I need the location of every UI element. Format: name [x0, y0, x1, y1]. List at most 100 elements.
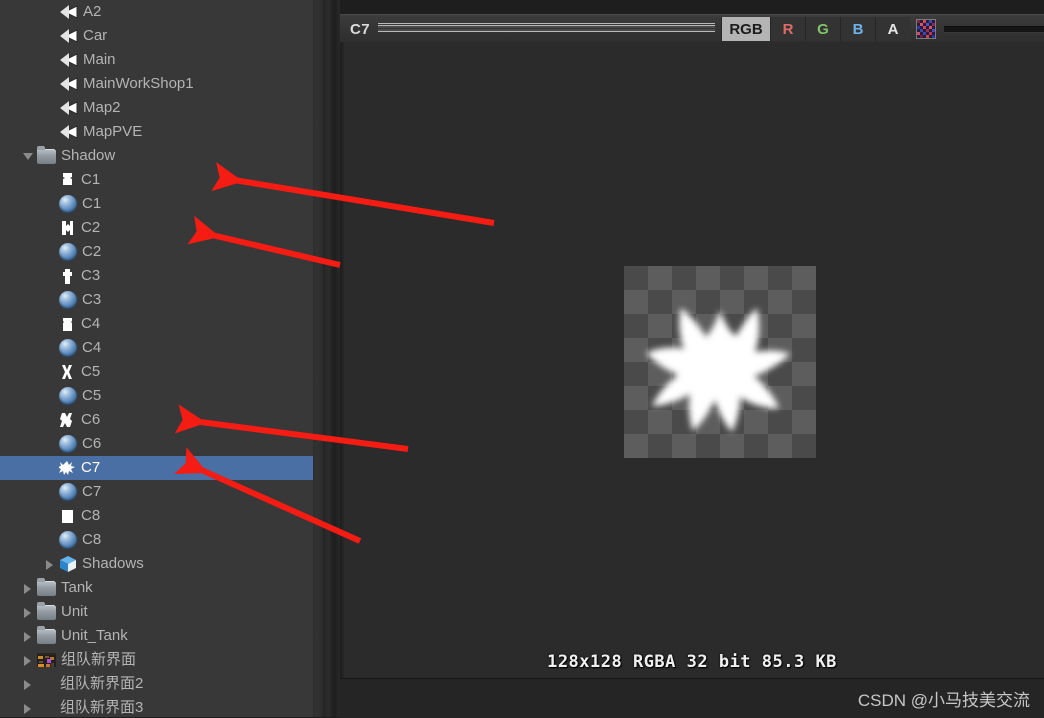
twisty-collapsed-icon[interactable] [22, 582, 35, 595]
tree-row-C2[interactable]: C2 [0, 240, 313, 264]
texture-icon-c4 [59, 316, 76, 333]
project-tree-panel[interactable]: A2 Car Main MainWorkShop1 Map2 MapPVE Sha… [0, 0, 313, 717]
color-swatch-icon[interactable] [916, 19, 936, 39]
channel-button-g[interactable]: G [805, 17, 840, 41]
tree-row-C8[interactable]: C8 [0, 504, 313, 528]
tree-row-label: Car [83, 27, 108, 44]
texture-icon-c3 [59, 268, 76, 285]
tree-row-C7[interactable]: C7 [0, 456, 313, 480]
tree-row-label: C5 [82, 387, 102, 404]
twisty-collapsed-icon[interactable] [44, 558, 57, 571]
tree-row-A2[interactable]: A2 [0, 0, 313, 24]
tree-row-C6[interactable]: C6 [0, 432, 313, 456]
twisty-collapsed-icon[interactable] [22, 654, 35, 667]
panel-splitter[interactable] [323, 0, 340, 717]
tree-row-C6[interactable]: C6 [0, 408, 313, 432]
tree-row-C3[interactable]: C3 [0, 264, 313, 288]
texture-icon-c1 [59, 172, 76, 189]
tree-row-C4[interactable]: C4 [0, 336, 313, 360]
tree-row-C1[interactable]: C1 [0, 192, 313, 216]
tree-row-组队新界面2[interactable]: 组队新界面2 [0, 672, 313, 696]
tree-row-C5[interactable]: C5 [0, 384, 313, 408]
channel-button-a[interactable]: A [875, 17, 910, 41]
tree-row-C2[interactable]: C2 [0, 216, 313, 240]
swatch-and-zoom[interactable] [910, 19, 1044, 39]
tree-row-组队新界面[interactable]: 组队新界面 [0, 648, 313, 672]
material-icon [59, 195, 77, 213]
texture-icon-c5 [59, 364, 76, 381]
preview-canvas[interactable]: 128x128 RGBA 32 bit 85.3 KB [340, 42, 1044, 678]
tree-row-label: Tank [61, 579, 93, 596]
tree-row-组队新界面3[interactable]: 组队新界面3 [0, 696, 313, 717]
tree-row-MainWorkShop1[interactable]: MainWorkShop1 [0, 72, 313, 96]
twisty-expanded-icon[interactable] [22, 150, 35, 163]
tree-row-label: C7 [82, 483, 102, 500]
tree-row-label: Shadows [82, 555, 144, 572]
scene-icon [59, 124, 78, 140]
preview-title: C7 [350, 20, 370, 38]
no-icon [37, 675, 55, 693]
tree-row-Unit_Tank[interactable]: Unit_Tank [0, 624, 313, 648]
texture-preview-image [624, 266, 816, 458]
tree-row-label: Main [83, 51, 116, 68]
tree-row-MapPVE[interactable]: MapPVE [0, 120, 313, 144]
tree-row-C7[interactable]: C7 [0, 480, 313, 504]
scene-icon [59, 100, 78, 116]
tree-row-label: C6 [82, 435, 102, 452]
material-icon [59, 435, 77, 453]
tree-row-Map2[interactable]: Map2 [0, 96, 313, 120]
twisty-collapsed-icon[interactable] [22, 630, 35, 643]
prefab-cube-icon [59, 555, 77, 573]
twisty-collapsed-icon[interactable] [22, 678, 35, 691]
csdn-watermark: CSDN @小马技美交流 [857, 691, 1030, 710]
tree-row-C3[interactable]: C3 [0, 288, 313, 312]
channel-button-r[interactable]: R [770, 17, 805, 41]
material-icon [59, 243, 77, 261]
twisty-collapsed-icon[interactable] [22, 702, 35, 715]
tree-row-Shadow[interactable]: Shadow [0, 144, 313, 168]
tree-row-label: C2 [81, 219, 101, 236]
tree-row-label: Shadow [61, 147, 116, 164]
twisty-collapsed-icon[interactable] [22, 606, 35, 619]
zoom-slider[interactable] [944, 25, 1044, 33]
tree-row-Unit[interactable]: Unit [0, 600, 313, 624]
tree-vertical-scrollbar[interactable] [313, 0, 323, 717]
channel-button-b[interactable]: B [840, 17, 875, 41]
tree-row-Tank[interactable]: Tank [0, 576, 313, 600]
tree-row-Shadows[interactable]: Shadows [0, 552, 313, 576]
channel-toggle-group[interactable]: RGB R G B A [721, 17, 910, 41]
texture-preview-panel: C7 RGB R G B A 128x128 RGBA 32 bit 85.3 … [340, 0, 1044, 718]
tree-row-C4[interactable]: C4 [0, 312, 313, 336]
tree-row-label: A2 [83, 3, 102, 20]
folder-icon [37, 145, 56, 164]
tree-row-Car[interactable]: Car [0, 24, 313, 48]
tree-row-C1[interactable]: C1 [0, 168, 313, 192]
tree-row-Main[interactable]: Main [0, 48, 313, 72]
scene-icon [59, 76, 78, 92]
tree-row-label: C8 [82, 531, 102, 548]
project-tree-list[interactable]: A2 Car Main MainWorkShop1 Map2 MapPVE Sha… [0, 0, 313, 717]
channel-button-rgb[interactable]: RGB [721, 17, 770, 41]
tree-row-C8[interactable]: C8 [0, 528, 313, 552]
folder-icon [37, 601, 56, 620]
folder-icon [37, 577, 56, 596]
no-icon [37, 699, 55, 717]
texture-icon-c7 [59, 460, 76, 477]
tree-row-C5[interactable]: C5 [0, 360, 313, 384]
